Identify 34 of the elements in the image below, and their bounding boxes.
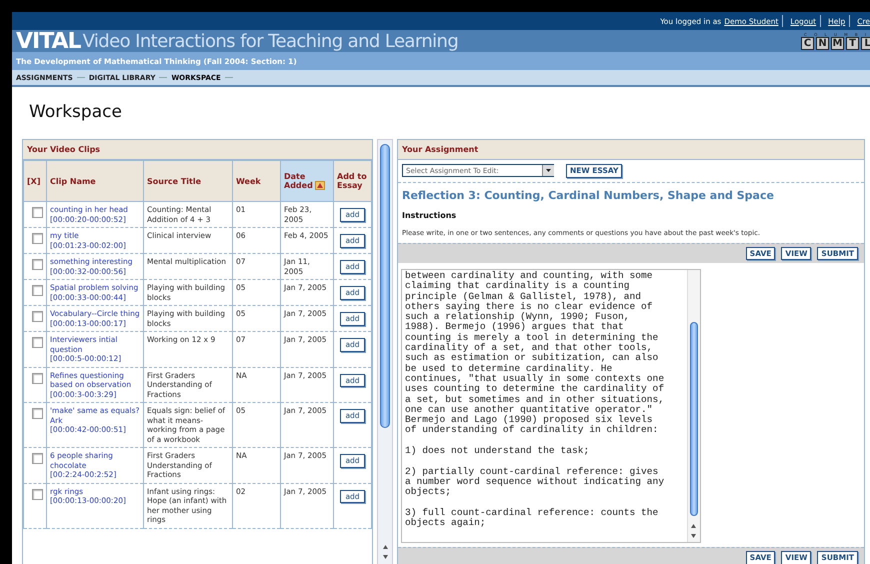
scrollbar[interactable]	[377, 139, 393, 564]
essay-field[interactable]: between cardinality and counting, with some claiming that cardinality is a counting principle (Gelman & Gallistel, 1978), and others saying there is no clear evidence of such a relationship (Wynn, 1990; Fuson, 1988). Bermejo (1996) argues that that counting is merely a tool in determining the cardinality of a set, and that other tools, such as estimation or subitization, can also be used to determine cardinality. He continues, "that usually in some contexts one uses counting to determine the cardinality of a set, but sometimes and in other situations, one can use another quantitative operator." Bermejo and Lago (1990) proposed six levels of understanding of cardinality in children: 1) does not understand the task; 2) partially count-cardinal reference: gives a number word sequence without indicating any objects; 3) full count-cardinal reference: counts the objects again;	[401, 269, 701, 543]
site-subtitle: Video Interactions for Teaching and Learning	[82, 30, 458, 52]
logo-letter: N	[816, 37, 829, 50]
checkbox[interactable]	[32, 311, 43, 322]
scroll-arrows-icon[interactable]	[382, 544, 389, 560]
checkbox[interactable]	[32, 453, 43, 464]
logo-letter: C	[801, 37, 814, 50]
column-header[interactable]: Clip Name	[46, 160, 144, 202]
assignment-heading: Reflection 3: Counting, Cardinal Numbers, Shape and Space	[402, 188, 774, 202]
checkbox[interactable]	[32, 372, 43, 384]
column-header[interactable]: [X]	[24, 160, 46, 202]
logo-letter: L	[861, 37, 870, 50]
checkbox[interactable]	[32, 233, 43, 244]
column-header[interactable]: Source Title	[144, 160, 232, 202]
scroll-arrows-icon[interactable]	[690, 523, 697, 539]
column-header[interactable]: Add to Essay	[334, 160, 372, 202]
page-title: Workspace	[29, 102, 122, 122]
sort-icon	[314, 181, 325, 190]
checkbox[interactable]	[32, 337, 43, 348]
column-header[interactable]: Date Added	[280, 160, 334, 202]
panel-title: Your Video Clips	[27, 145, 100, 154]
checkbox[interactable]	[32, 207, 43, 218]
checkbox[interactable]	[32, 408, 43, 419]
checkbox[interactable]	[32, 285, 43, 296]
checkbox[interactable]	[32, 488, 43, 500]
scrollbar[interactable]	[687, 270, 700, 542]
column-header[interactable]: Week	[232, 160, 280, 202]
panel-title: Your Assignment	[402, 145, 478, 154]
logo-letter: M	[831, 37, 844, 50]
site-logo-text: VITAL	[16, 30, 81, 52]
instructions-label: Instructions	[402, 210, 456, 220]
logo-letter: T	[846, 37, 859, 50]
checkbox[interactable]	[32, 259, 43, 270]
